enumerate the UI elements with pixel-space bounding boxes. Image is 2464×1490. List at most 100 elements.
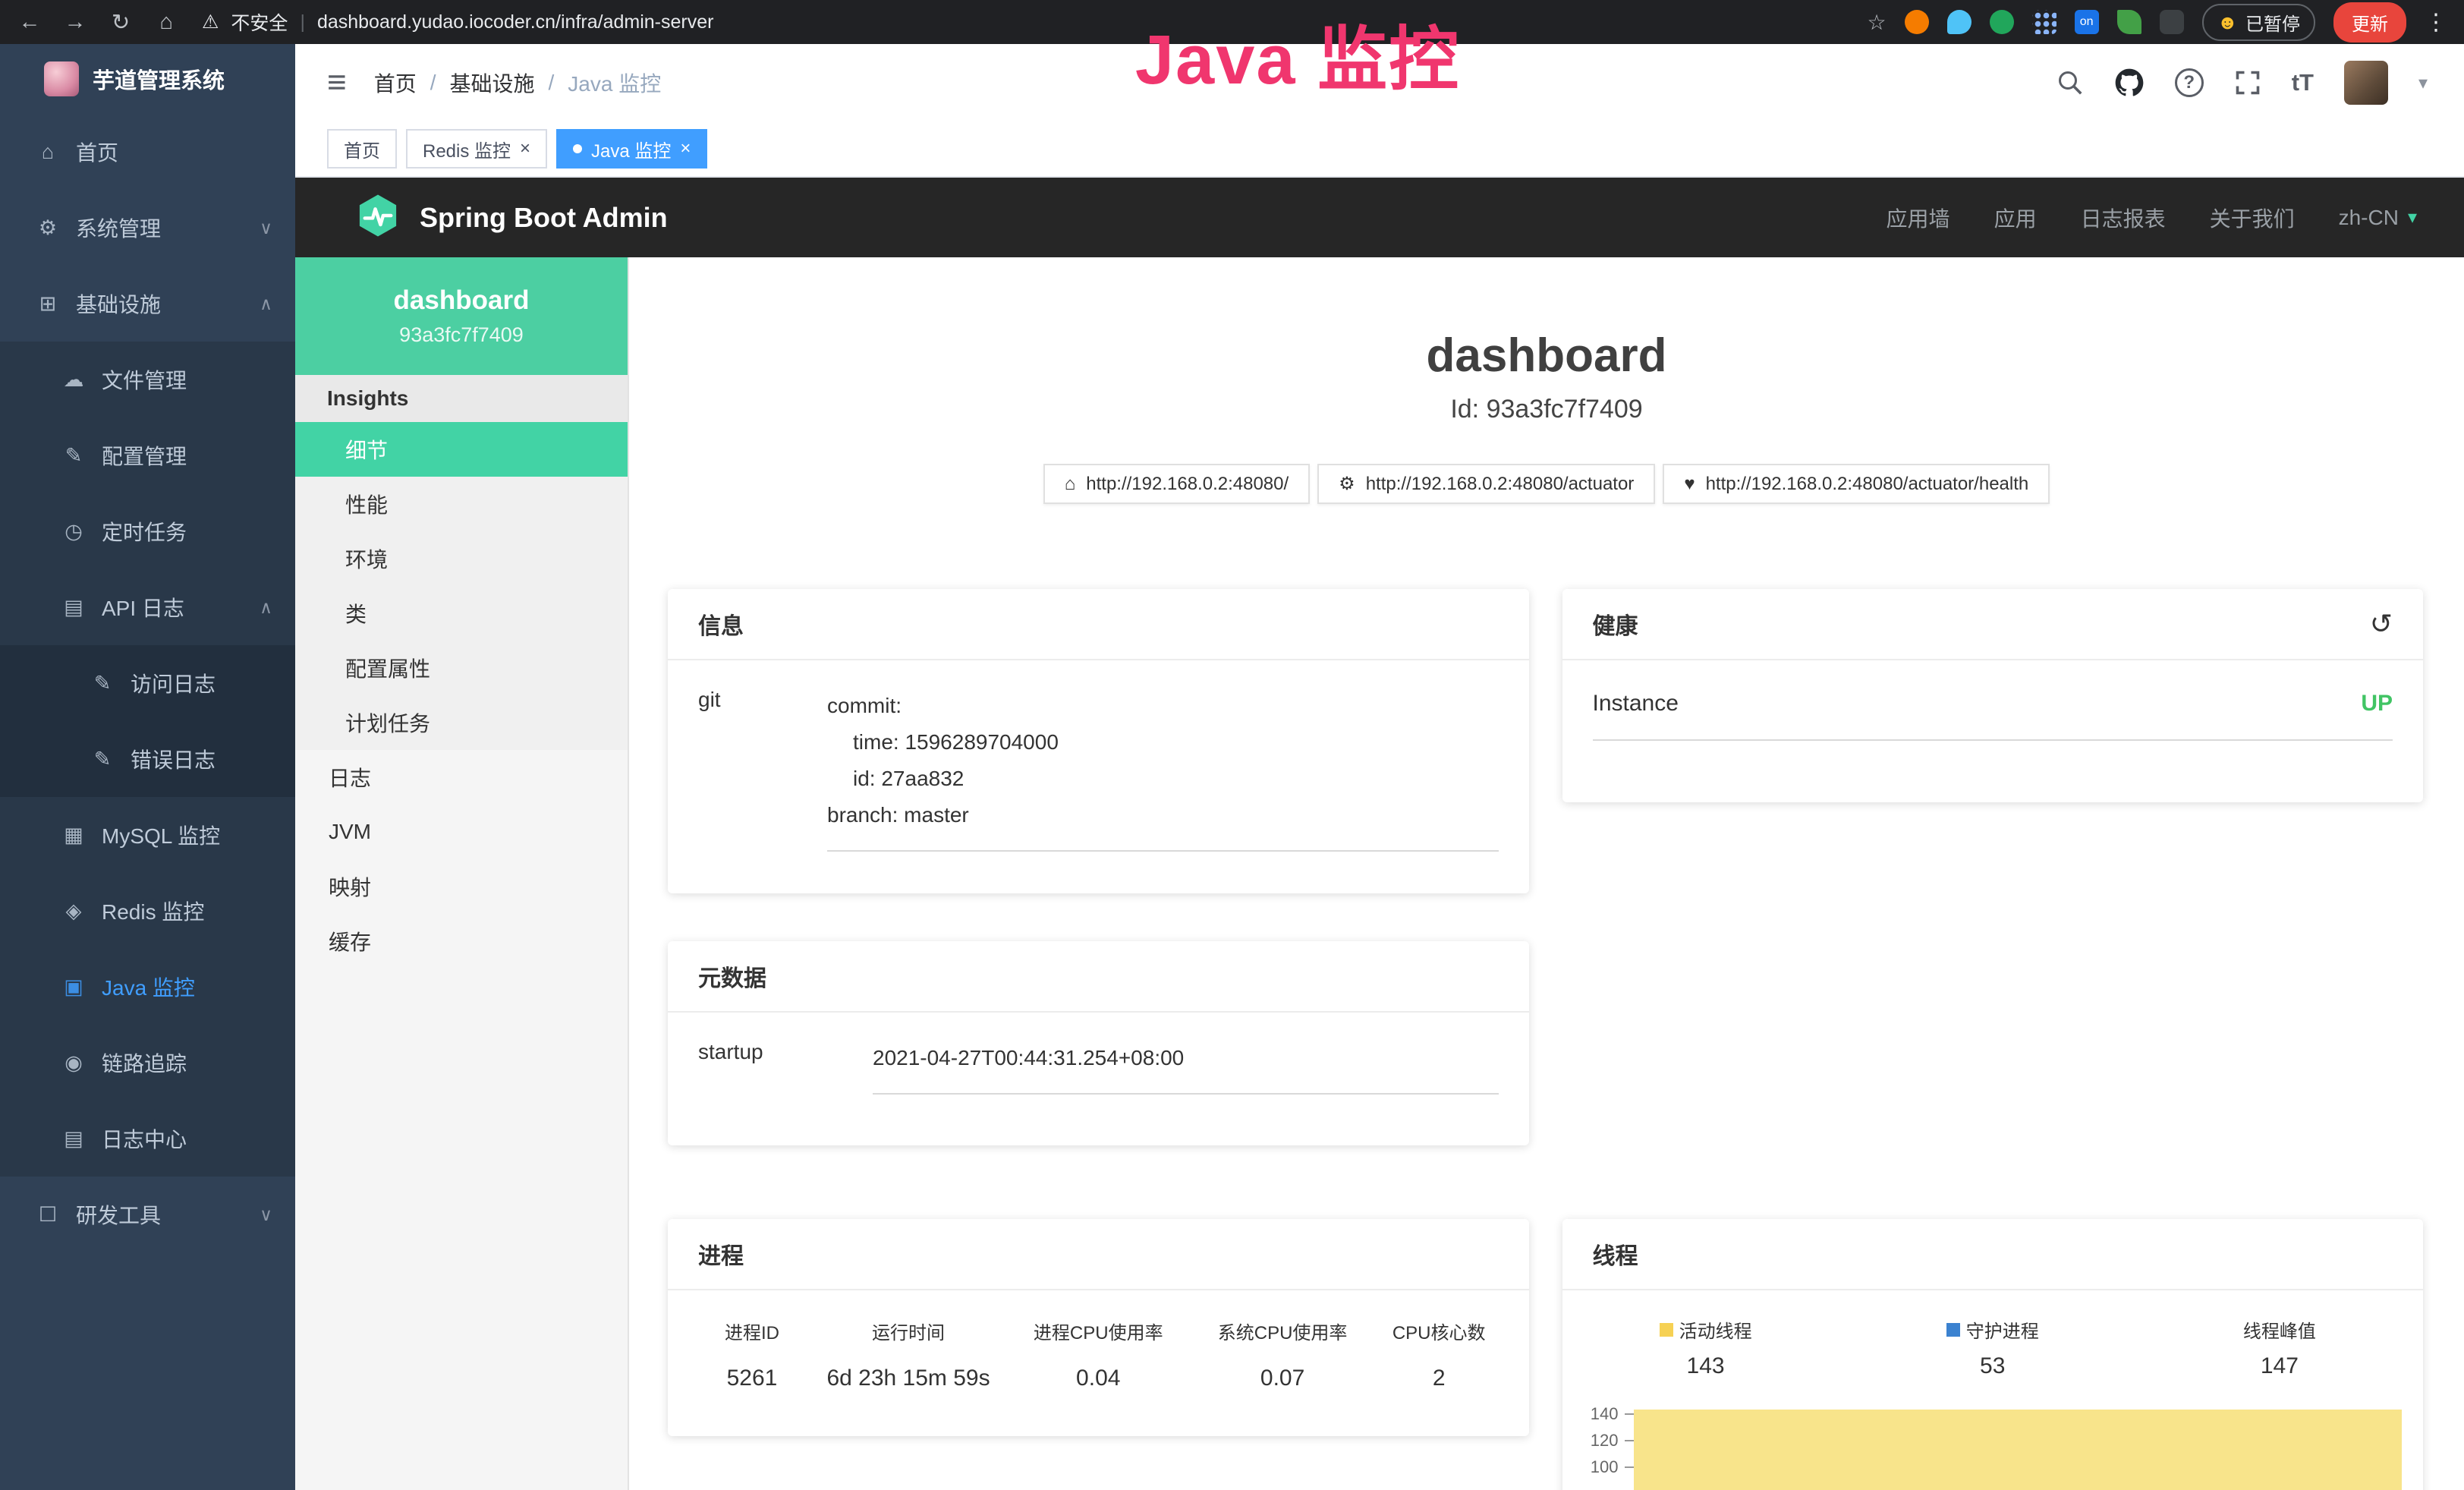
sba-nav-wallboard[interactable]: 应用墙 [1887, 203, 1950, 233]
fullscreen-icon[interactable] [2234, 69, 2261, 96]
tab-home[interactable]: 首页 [327, 129, 397, 169]
process-col-header: 系统CPU使用率 [1193, 1318, 1372, 1344]
sba-item-mappings[interactable]: 映射 [295, 859, 628, 914]
sba-nav-about[interactable]: 关于我们 [2210, 203, 2295, 233]
sidebar-item-redis-monitor[interactable]: ◈ Redis 监控 [0, 873, 295, 949]
cpu-cores: 2 [1372, 1366, 1506, 1391]
sba-item-scheduled-tasks[interactable]: 计划任务 [295, 695, 628, 750]
app-logo-row[interactable]: 芋道管理系统 [0, 44, 295, 114]
extension-green-circle-icon[interactable] [1990, 10, 2014, 34]
sidebar-item-access-logs[interactable]: ✎ 访问日志 [0, 645, 295, 721]
extension-leaf-icon[interactable] [2117, 10, 2141, 34]
toolbox-icon: ☐ [35, 1203, 61, 1227]
tab-redis-monitor[interactable]: Redis 监控 × [406, 129, 547, 169]
insights-section-label: Insights [295, 375, 628, 422]
close-icon[interactable]: × [520, 138, 530, 159]
sidebar-item-trace[interactable]: ◉ 链路追踪 [0, 1025, 295, 1101]
breadcrumb-infrastructure[interactable]: 基础设施 [449, 68, 534, 98]
font-size-icon[interactable]: tT [2292, 69, 2314, 96]
sba-item-logs[interactable]: 日志 [295, 750, 628, 805]
metadata-card-title: 元数据 [668, 941, 1529, 1013]
tab-java-monitor[interactable]: Java 监控 × [556, 129, 707, 169]
update-button[interactable]: 更新 [2333, 2, 2406, 43]
browser-menu-icon[interactable]: ⋮ [2425, 9, 2447, 36]
sidebar-item-label: 配置管理 [102, 440, 187, 471]
search-icon[interactable] [2056, 69, 2084, 96]
legend-swatch-blue [1946, 1323, 1960, 1337]
back-icon[interactable]: ← [17, 10, 42, 35]
sidebar-item-file-mgmt[interactable]: ☁ 文件管理 [0, 342, 295, 417]
address-bar[interactable]: ⚠ 不安全 | dashboard.yudao.iocoder.cn/infra… [202, 8, 713, 36]
paused-badge[interactable]: ☻ 已暂停 [2202, 4, 2315, 41]
sba-nav-applications[interactable]: 应用 [1994, 203, 2037, 233]
legend-value: 143 [1562, 1353, 1849, 1379]
history-icon[interactable]: ↺ [2370, 608, 2393, 640]
locale-label: zh-CN [2339, 206, 2399, 230]
extension-on-badge[interactable]: on [2075, 10, 2099, 34]
sidebar-item-mysql-monitor[interactable]: ▦ MySQL 监控 [0, 797, 295, 873]
sba-item-details[interactable]: 细节 [295, 422, 628, 477]
url-text[interactable]: dashboard.yudao.iocoder.cn/infra/admin-s… [317, 11, 714, 33]
extension-orange-icon[interactable] [1905, 10, 1929, 34]
process-pid: 5261 [691, 1366, 813, 1391]
forward-icon[interactable]: → [62, 10, 88, 35]
legend-label: 线程峰值 [2243, 1316, 2316, 1343]
reload-icon[interactable]: ↻ [108, 9, 134, 36]
sba-item-jvm[interactable]: JVM [295, 805, 628, 859]
close-icon[interactable]: × [680, 138, 691, 159]
chevron-up-icon: ∧ [260, 294, 272, 314]
legend-live-threads: 活动线程 143 [1562, 1316, 1849, 1379]
app-logo-avatar [44, 61, 79, 96]
tick-mark [1625, 1440, 1634, 1441]
sidebar-item-config-mgmt[interactable]: ✎ 配置管理 [0, 417, 295, 493]
hamburger-icon[interactable]: ≡ [327, 66, 347, 99]
caret-down-icon[interactable]: ▾ [2418, 72, 2428, 94]
github-icon[interactable] [2114, 68, 2145, 98]
wrench-icon: ⚙ [1339, 473, 1355, 495]
sidebar-item-dev-tools[interactable]: ☐ 研发工具 ∨ [0, 1177, 295, 1252]
avatar[interactable] [2344, 61, 2388, 105]
sidebar-item-api-logs[interactable]: ▤ API 日志 ∧ [0, 569, 295, 645]
sidebar-item-log-center[interactable]: ▤ 日志中心 [0, 1101, 295, 1177]
process-table: 进程ID 运行时间 进程CPU使用率 系统CPU使用率 CPU核心数 5261 … [691, 1318, 1506, 1391]
sidebar-item-java-monitor[interactable]: ▣ Java 监控 [0, 949, 295, 1025]
sba-brand[interactable]: Spring Boot Admin [420, 202, 668, 234]
extensions-puzzle-icon[interactable] [2160, 10, 2184, 34]
sidebar-item-home[interactable]: ⌂ 首页 [0, 114, 295, 190]
extension-grid-icon[interactable] [2032, 10, 2056, 34]
sba-item-performance[interactable]: 性能 [295, 477, 628, 531]
sidebar-item-system-mgmt[interactable]: ⚙ 系统管理 ∨ [0, 190, 295, 266]
smiley-icon: ☻ [2217, 11, 2238, 34]
instance-id: 93a3fc7f7409 [399, 323, 524, 347]
sba-nav-journal[interactable]: 日志报表 [2081, 203, 2166, 233]
breadcrumb-separator: / [549, 71, 555, 95]
sba-item-config-props[interactable]: 配置属性 [295, 641, 628, 695]
sba-item-classes[interactable]: 类 [295, 586, 628, 641]
tab-label: 首页 [344, 136, 380, 162]
health-row[interactable]: Instance UP [1593, 691, 2393, 741]
process-uptime: 6d 23h 15m 59s [813, 1366, 1003, 1391]
sidebar-item-label: Java 监控 [102, 972, 195, 1002]
instance-url-link[interactable]: ⌂ http://192.168.0.2:48080/ [1043, 464, 1310, 504]
sidebar-item-label: API 日志 [102, 592, 184, 622]
instance-header[interactable]: dashboard 93a3fc7f7409 [295, 257, 628, 375]
actuator-url-link[interactable]: ⚙ http://192.168.0.2:48080/actuator [1317, 464, 1655, 504]
breadcrumb-home[interactable]: 首页 [374, 68, 417, 98]
sidebar-item-infrastructure[interactable]: ⊞ 基础设施 ∧ [0, 266, 295, 342]
home-icon[interactable]: ⌂ [153, 10, 179, 35]
bookmark-star-icon[interactable]: ☆ [1868, 10, 1887, 35]
trace-icon: ◉ [61, 1051, 87, 1075]
locale-select[interactable]: zh-CN ▾ [2339, 206, 2417, 230]
sidebar-item-scheduled-tasks[interactable]: ◷ 定时任务 [0, 493, 295, 569]
sba-item-environment[interactable]: 环境 [295, 531, 628, 586]
sba-item-caches[interactable]: 缓存 [295, 914, 628, 969]
sba-sidebar: dashboard 93a3fc7f7409 Insights 细节 性能 环境… [295, 257, 629, 1490]
sidebar-item-error-logs[interactable]: ✎ 错误日志 [0, 721, 295, 797]
help-icon[interactable]: ? [2175, 68, 2204, 97]
sidebar-item-label: 系统管理 [76, 213, 161, 243]
health-url-link[interactable]: ♥ http://192.168.0.2:48080/actuator/heal… [1663, 464, 2050, 504]
legend-daemon-threads: 守护进程 53 [1849, 1316, 2136, 1379]
breadcrumb-separator: / [430, 71, 436, 95]
extension-drop-icon[interactable] [1947, 10, 1972, 34]
health-instance-label: Instance [1593, 691, 1679, 717]
